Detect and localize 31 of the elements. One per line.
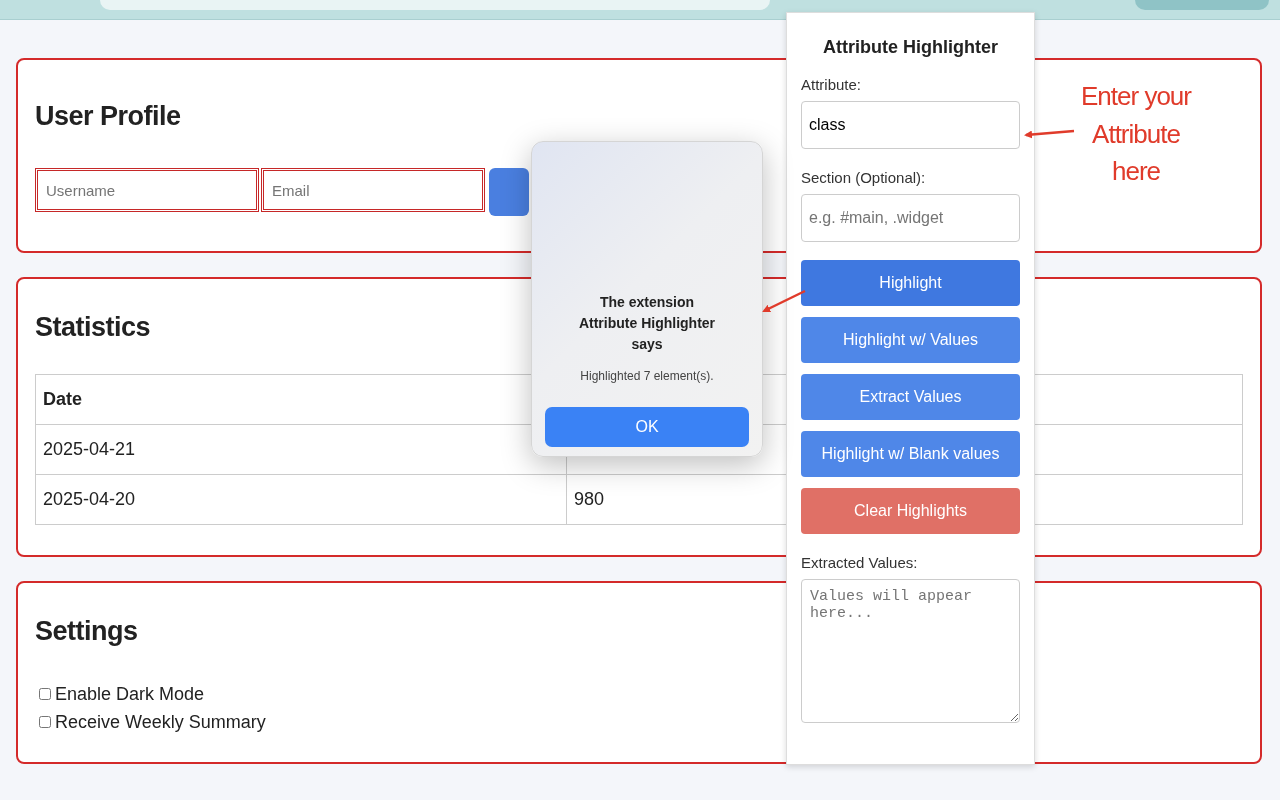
submit-button[interactable] [489,168,529,216]
text-field[interactable]: Email [261,168,485,212]
field-label: Attribute: [801,76,863,93]
arrow [762,289,806,313]
arrow [1024,129,1075,139]
section-title: Settings [35,615,138,647]
field-label: Extracted Values: [801,554,919,571]
section-field[interactable]: e.g. #main, .widget [801,194,1020,242]
alert-title: The extension Attribute Highlighter says [577,293,717,354]
checkbox-label: Receive Weekly Summary [55,711,266,733]
checkbox[interactable] [39,716,51,728]
popup-title: Attribute Highlighter [822,37,999,58]
action-button[interactable]: Highlight w/ Blank values [801,431,1020,477]
address-bar[interactable] [100,0,770,10]
checkbox-label: Enable Dark Mode [55,683,205,705]
values-textarea[interactable]: Values will appear here... [801,579,1020,723]
field-label: Section (Optional): [801,169,927,186]
action-button[interactable]: Highlight w/ Values [801,317,1020,363]
attribute-field[interactable]: class [801,101,1020,149]
section-title: User Profile [35,100,181,132]
toolbar-button[interactable] [1135,0,1269,10]
alert-message: Highlighted 7 element(s). [580,369,714,383]
section-title: Statistics [35,311,151,343]
checkbox[interactable] [39,688,51,700]
action-button[interactable]: Clear Highlights [801,488,1020,534]
ok-button[interactable]: OK [545,407,749,447]
action-button[interactable]: Highlight [801,260,1020,306]
annotation-text: Enter your Attribute here [1080,80,1193,189]
table-cell: 2025-04-20 [35,474,567,525]
text-field[interactable]: Username [35,168,259,212]
action-button[interactable]: Extract Values [801,374,1020,420]
